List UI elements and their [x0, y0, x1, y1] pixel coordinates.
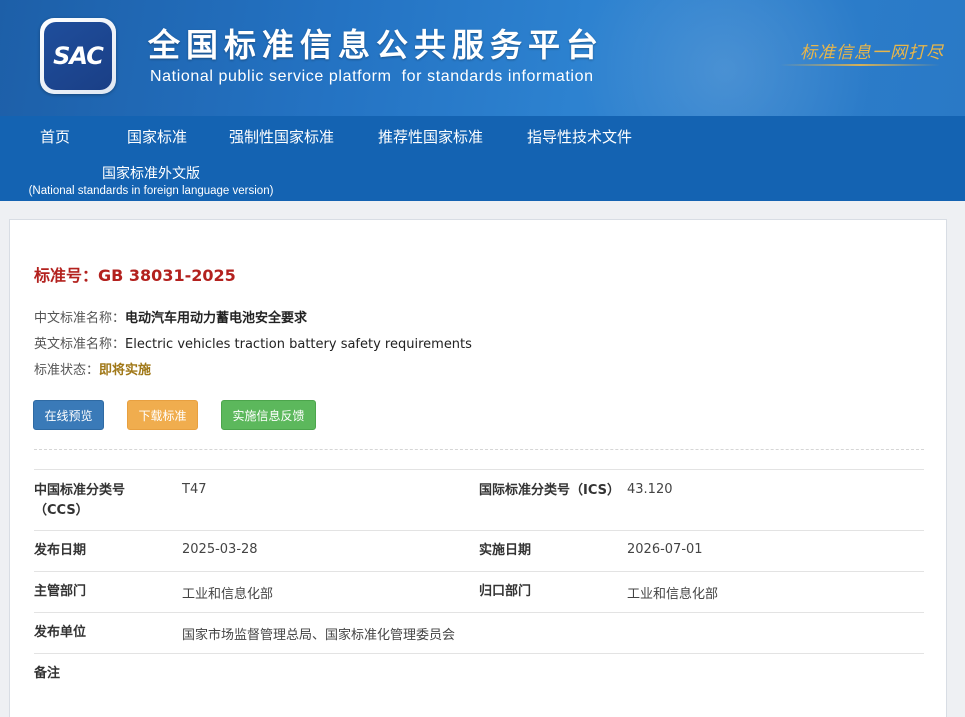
standard-number-label: 标准号： — [34, 266, 99, 285]
en-name-label: 英文标准名称： — [34, 337, 126, 352]
issuer-value: 国家市场监督管理总局、国家标准化管理委员会 — [182, 628, 456, 643]
table-row: 中国标准分类号 （CCS） T47 国际标准分类号（ICS） 43.120 — [34, 469, 924, 530]
authority-label: 主管部门 — [34, 584, 87, 599]
status-label: 标准状态： — [34, 363, 100, 378]
nav-foreign-cn: 国家标准外文版 — [102, 166, 200, 182]
ics-value: 43.120 — [627, 482, 673, 497]
standard-detail-card: 标准号：GB 38031-2025 中文标准名称：电动汽车用动力蓄电池安全要求 … — [9, 219, 947, 717]
site-header: SAC 全国标准信息公共服务平台 National public service… — [0, 0, 965, 116]
feedback-button[interactable]: 实施信息反馈 — [221, 400, 316, 430]
ccs-label: 中国标准分类号 （CCS） — [34, 481, 125, 521]
en-name-value: Electric vehicles traction battery safet… — [125, 337, 472, 352]
table-row: 备注 — [34, 653, 924, 694]
download-button[interactable]: 下载标准 — [127, 400, 198, 430]
nav-item-mandatory-standards[interactable]: 强制性国家标准 — [229, 126, 334, 147]
impl-date-label: 实施日期 — [479, 543, 532, 558]
table-row: 发布单位 国家市场监督管理总局、国家标准化管理委员会 — [34, 612, 924, 653]
nav-item-home[interactable]: 首页 — [40, 126, 70, 147]
centralized-value: 工业和信息化部 — [627, 587, 719, 602]
preview-button[interactable]: 在线预览 — [33, 400, 104, 430]
status-value: 即将实施 — [99, 363, 152, 378]
publish-date-label: 发布日期 — [34, 543, 87, 558]
publish-date-value: 2025-03-28 — [182, 542, 258, 557]
slogan: 标准信息一网打尽 — [800, 43, 944, 63]
nav-item-recommended-standards[interactable]: 推荐性国家标准 — [378, 126, 483, 147]
site-subtitle: National public service platform for sta… — [150, 68, 594, 85]
slogan-underline — [780, 64, 940, 66]
cn-name-value: 电动汽车用动力蓄电池安全要求 — [125, 311, 308, 326]
nav-item-foreign-version[interactable]: 国家标准外文版 (National standards in foreign l… — [22, 163, 280, 197]
ccs-value: T47 — [182, 482, 207, 497]
nav-item-guidance-documents[interactable]: 指导性技术文件 — [527, 126, 632, 147]
issuer-label: 发布单位 — [34, 625, 87, 640]
table-row: 发布日期 2025-03-28 实施日期 2026-07-01 — [34, 530, 924, 571]
cn-name-row: 中文标准名称：电动汽车用动力蓄电池安全要求 — [34, 307, 307, 326]
nav-foreign-en: (National standards in foreign language … — [28, 185, 274, 197]
sac-logo-text: SAC — [44, 22, 112, 90]
table-row: 主管部门 工业和信息化部 归口部门 工业和信息化部 — [34, 571, 924, 612]
site-title: 全国标准信息公共服务平台 — [148, 26, 605, 64]
status-row: 标准状态：即将实施 — [34, 359, 151, 378]
ccs-label-line2: （CCS） — [34, 503, 89, 518]
sac-logo[interactable]: SAC — [40, 18, 116, 94]
main-nav: 首页 国家标准 强制性国家标准 推荐性国家标准 指导性技术文件 国家标准外文版 … — [0, 116, 965, 201]
section-divider — [34, 449, 924, 450]
cn-name-label: 中文标准名称： — [34, 311, 126, 326]
en-name-row: 英文标准名称：Electric vehicles traction batter… — [34, 333, 472, 352]
remarks-label: 备注 — [34, 666, 61, 681]
authority-value: 工业和信息化部 — [182, 587, 274, 602]
standard-number: 标准号：GB 38031-2025 — [34, 262, 236, 286]
ccs-label-line1: 中国标准分类号 — [34, 483, 126, 498]
detail-table: 中国标准分类号 （CCS） T47 国际标准分类号（ICS） 43.120 发布… — [34, 469, 924, 694]
impl-date-value: 2026-07-01 — [627, 542, 703, 557]
ics-label: 国际标准分类号（ICS） — [479, 483, 620, 498]
standard-number-value: GB 38031-2025 — [98, 266, 236, 285]
nav-item-national-standards[interactable]: 国家标准 — [127, 126, 187, 147]
centralized-label: 归口部门 — [479, 584, 532, 599]
